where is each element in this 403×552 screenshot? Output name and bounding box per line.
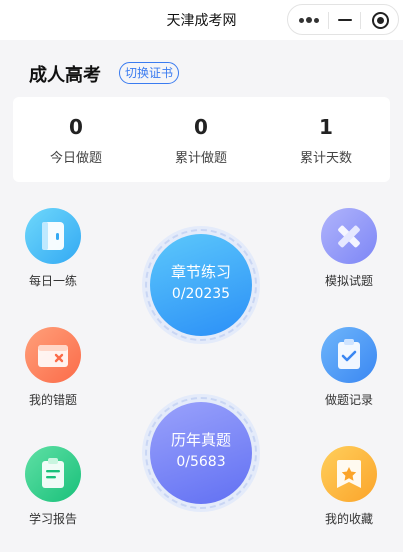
tile-label: 每日一练 [28,274,77,288]
notebook-icon [25,208,81,264]
clipboard-check-icon [321,327,377,383]
chapter-practice-progress: 0/20235 [171,286,231,302]
stat-value: 1 [319,115,333,139]
stat-value: 0 [69,115,83,139]
stat-today: 0 今日做题 [16,115,136,166]
tile-label: 做题记录 [324,393,373,407]
close-icon[interactable] [372,12,389,29]
chapter-practice-title: 章节练习 [170,263,231,281]
stats-card: 0 今日做题 0 累计做题 1 累计天数 [13,97,390,182]
stat-total: 0 累计做题 [141,115,261,166]
switch-certificate-button[interactable]: 切换证书 [119,62,180,84]
past-exams-button[interactable]: 历年真题 0/5683 [142,394,260,512]
wrong-questions-button[interactable]: 我的错题 [8,327,98,408]
past-exams-title: 历年真题 [170,431,231,449]
tile-label: 模拟试题 [324,274,373,288]
mini-program-capsule [287,4,399,35]
study-report-button[interactable]: 学习报告 [8,446,98,527]
chapter-practice-circle: 章节练习 0/20235 [150,234,252,336]
daily-practice-button[interactable]: 每日一练 [8,208,98,289]
more-icon[interactable] [299,17,319,23]
chapter-practice-button[interactable]: 章节练习 0/20235 [142,226,260,344]
tile-label: 学习报告 [28,512,77,526]
tile-label: 我的错题 [28,393,77,407]
minimize-icon[interactable] [338,19,352,21]
clipboard-report-icon [25,446,81,502]
stat-label: 今日做题 [49,151,102,166]
stat-days: 1 累计天数 [266,115,386,166]
stat-value: 0 [194,115,208,139]
bookmark-star-icon [321,446,377,502]
past-exams-circle: 历年真题 0/5683 [150,402,252,504]
stat-label: 累计做题 [174,151,227,166]
tile-label: 我的收藏 [324,512,373,526]
pencil-ruler-icon [321,208,377,264]
past-exams-progress: 0/5683 [176,454,226,470]
page-title: 成人高考 [29,65,101,86]
practice-record-button[interactable]: 做题记录 [304,327,394,408]
my-favorites-button[interactable]: 我的收藏 [304,446,394,527]
top-nav-bar: 天津成考网 [0,0,403,40]
mock-exam-button[interactable]: 模拟试题 [304,208,394,289]
wallet-error-icon [25,327,81,383]
stat-label: 累计天数 [299,151,352,166]
